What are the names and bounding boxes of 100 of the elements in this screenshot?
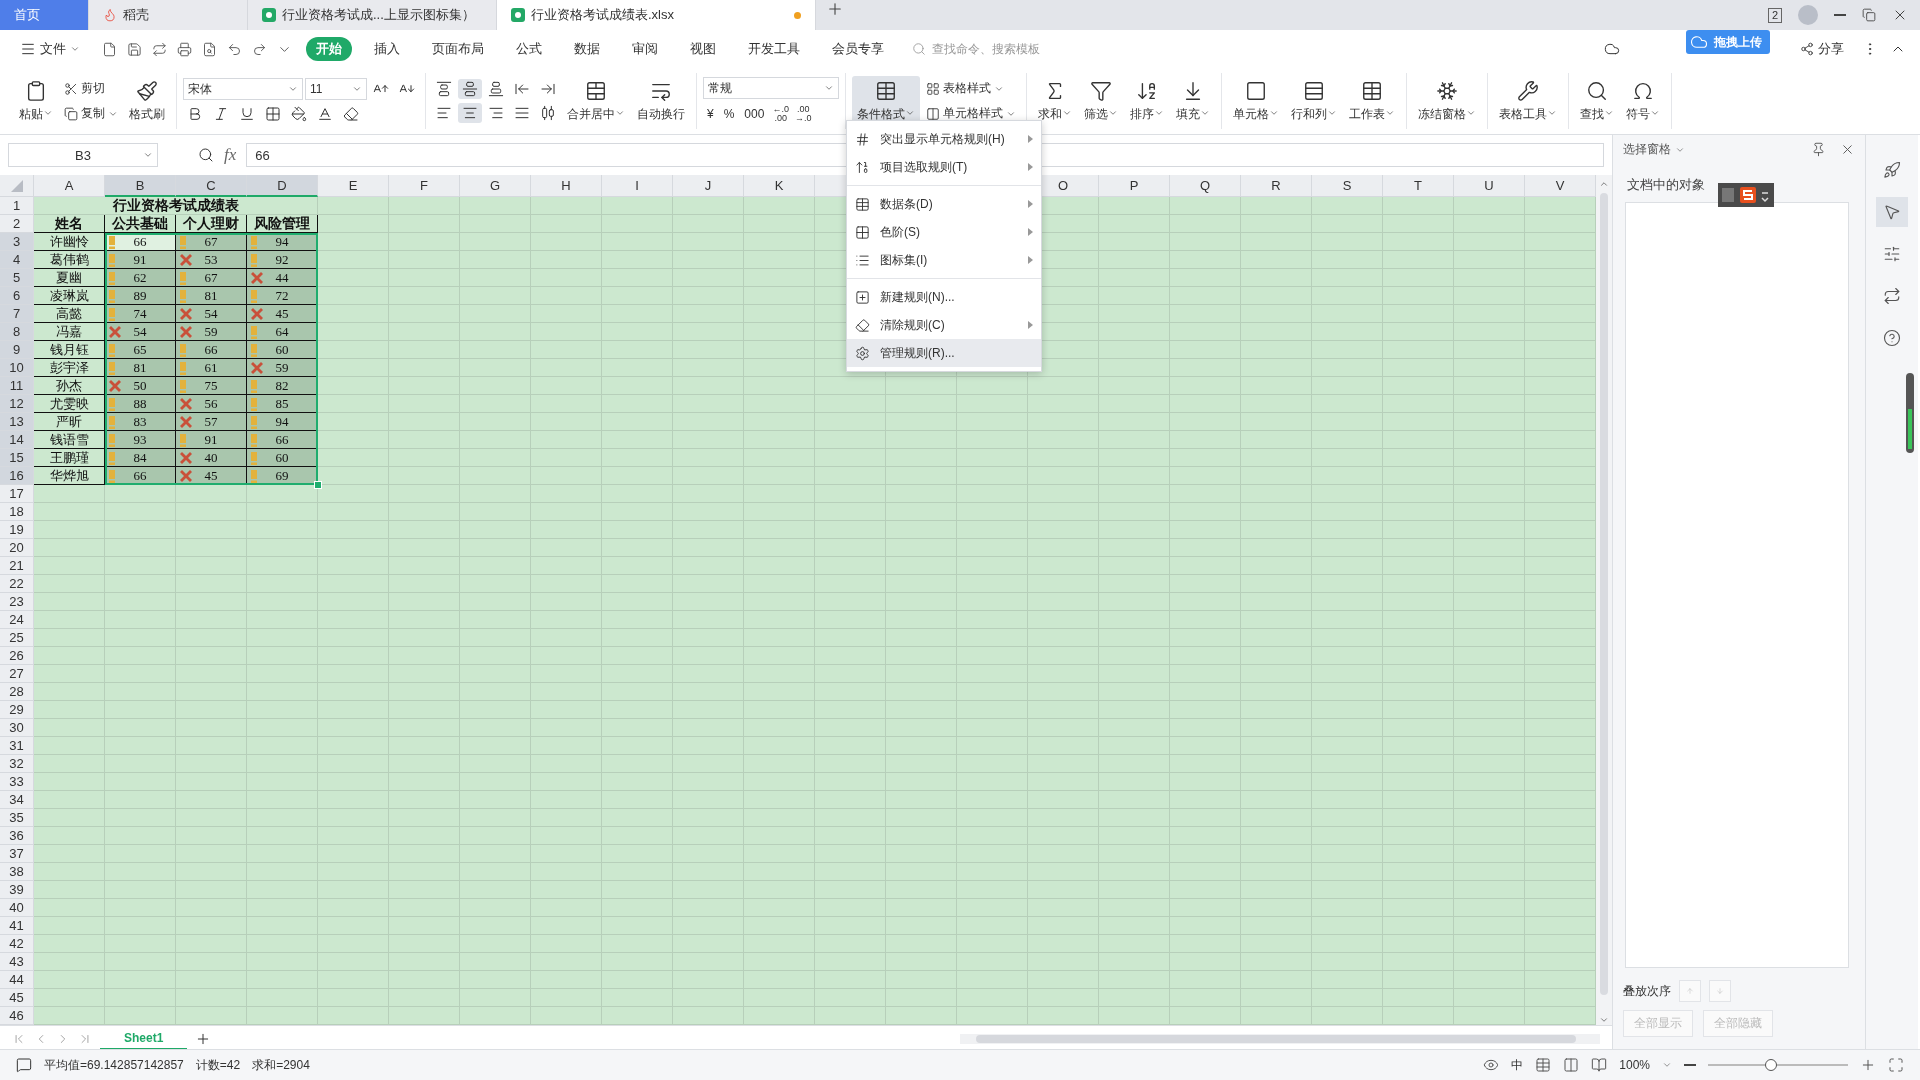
tool-button[interactable]: 排序: [1125, 75, 1169, 127]
number-format-select[interactable]: 常规: [703, 77, 839, 99]
share-button[interactable]: 分享: [1794, 39, 1850, 59]
column-header[interactable]: D: [247, 175, 318, 197]
row-header[interactable]: 39: [0, 881, 34, 899]
row-header[interactable]: 23: [0, 593, 34, 611]
row-header[interactable]: 30: [0, 719, 34, 737]
row-header[interactable]: 25: [0, 629, 34, 647]
row-header[interactable]: 19: [0, 521, 34, 539]
row-header[interactable]: 33: [0, 773, 34, 791]
column-header[interactable]: K: [744, 175, 815, 197]
normal-view-icon[interactable]: [1535, 1057, 1552, 1073]
tool-button[interactable]: 冻结窗格: [1413, 75, 1481, 127]
row-header[interactable]: 44: [0, 971, 34, 989]
row-header[interactable]: 35: [0, 809, 34, 827]
zoom-thumb[interactable]: [1765, 1059, 1777, 1071]
menu-tab[interactable]: 公式: [506, 37, 552, 61]
column-header[interactable]: E: [318, 175, 389, 197]
menu-tab[interactable]: 开发工具: [738, 37, 810, 61]
wrap-text-button[interactable]: 自动换行: [632, 75, 690, 127]
restore-button[interactable]: [1862, 8, 1876, 22]
column-header[interactable]: C: [176, 175, 247, 197]
column-header[interactable]: V: [1525, 175, 1596, 197]
copy-button[interactable]: 复制: [60, 103, 122, 124]
horizontal-align-button[interactable]: [458, 103, 482, 123]
row-header[interactable]: 40: [0, 899, 34, 917]
tool-button[interactable]: 工作表: [1344, 75, 1400, 127]
row-header[interactable]: 24: [0, 611, 34, 629]
cell-style-button[interactable]: 单元格样式: [922, 103, 1020, 124]
row-header[interactable]: 7: [0, 305, 34, 323]
tool-button[interactable]: 行和列: [1286, 75, 1342, 127]
column-header[interactable]: H: [531, 175, 602, 197]
page-layout-icon[interactable]: [1563, 1057, 1580, 1073]
table-style-button[interactable]: 表格样式: [922, 78, 1020, 99]
row-header[interactable]: 8: [0, 323, 34, 341]
row-header[interactable]: 34: [0, 791, 34, 809]
zoom-level[interactable]: 100%: [1619, 1058, 1650, 1072]
eye-icon[interactable]: [1483, 1057, 1500, 1073]
row-header[interactable]: 2: [0, 215, 34, 233]
reading-view-icon[interactable]: [1591, 1057, 1608, 1073]
row-header[interactable]: 22: [0, 575, 34, 593]
row-header[interactable]: 4: [0, 251, 34, 269]
document-tab[interactable]: 行业资格考试成...上显示图标集）: [248, 0, 497, 30]
preview-icon[interactable]: [202, 41, 217, 57]
row-header[interactable]: 15: [0, 449, 34, 467]
save-icon[interactable]: [127, 41, 142, 57]
close-icon[interactable]: [1840, 142, 1855, 157]
menu-tab[interactable]: 会员专享: [822, 37, 894, 61]
row-header[interactable]: 12: [0, 395, 34, 413]
tool-button[interactable]: 填充: [1171, 75, 1215, 127]
row-header[interactable]: 43: [0, 953, 34, 971]
menu-item[interactable]: 色阶(S): [847, 218, 1041, 246]
menu-item[interactable]: 新建规则(N)...: [847, 283, 1041, 311]
decimal-button[interactable]: ←.0 .00: [770, 103, 791, 125]
column-header[interactable]: I: [602, 175, 673, 197]
merge-button[interactable]: 合并居中: [562, 75, 630, 127]
menu-item[interactable]: 图标集(I): [847, 246, 1041, 274]
menu-tab[interactable]: 数据: [564, 37, 610, 61]
row-header[interactable]: 3: [0, 233, 34, 251]
row-header[interactable]: 16: [0, 467, 34, 485]
input-method-label[interactable]: 中: [1511, 1056, 1524, 1074]
scrollbar-thumb[interactable]: [976, 1035, 1576, 1043]
pane-title[interactable]: 选择窗格: [1623, 141, 1671, 158]
row-header[interactable]: 5: [0, 269, 34, 287]
menu-tab[interactable]: 审阅: [622, 37, 668, 61]
column-header[interactable]: G: [460, 175, 531, 197]
decimal-button[interactable]: .00 →.0: [792, 103, 814, 125]
scrollbar-thumb[interactable]: [1600, 193, 1608, 995]
tool-button[interactable]: 单元格: [1228, 75, 1284, 127]
row-header[interactable]: 11: [0, 377, 34, 395]
font-size-select[interactable]: 11: [305, 78, 367, 100]
menu-tab[interactable]: 视图: [680, 37, 726, 61]
search-field[interactable]: 查找命令、搜索模板: [912, 41, 1064, 57]
column-header[interactable]: F: [389, 175, 460, 197]
row-header[interactable]: 37: [0, 845, 34, 863]
print-icon[interactable]: [177, 41, 192, 57]
row-header[interactable]: 20: [0, 539, 34, 557]
row-header[interactable]: 9: [0, 341, 34, 359]
new-file-icon[interactable]: [102, 41, 117, 57]
row-header[interactable]: 26: [0, 647, 34, 665]
menu-tab[interactable]: 页面布局: [422, 37, 494, 61]
row-header[interactable]: 31: [0, 737, 34, 755]
select-button[interactable]: [1876, 197, 1908, 227]
fill-handle[interactable]: [314, 481, 322, 489]
row-header[interactable]: 14: [0, 431, 34, 449]
row-header[interactable]: 27: [0, 665, 34, 683]
document-tab[interactable]: 行业资格考试成绩表.xlsx: [497, 0, 816, 30]
vertical-align-button[interactable]: [458, 79, 482, 99]
row-header[interactable]: 32: [0, 755, 34, 773]
row-header[interactable]: 36: [0, 827, 34, 845]
font-select[interactable]: 宋体: [183, 78, 303, 100]
row-header[interactable]: 29: [0, 701, 34, 719]
column-header[interactable]: B: [105, 175, 176, 197]
column-header[interactable]: P: [1099, 175, 1170, 197]
redo-icon[interactable]: [252, 41, 267, 57]
function-label[interactable]: fx: [224, 145, 237, 165]
column-header[interactable]: R: [1241, 175, 1312, 197]
number-format-button[interactable]: 000: [740, 105, 769, 123]
menu-item[interactable]: 管理规则(R)...: [847, 339, 1041, 367]
column-header[interactable]: U: [1454, 175, 1525, 197]
